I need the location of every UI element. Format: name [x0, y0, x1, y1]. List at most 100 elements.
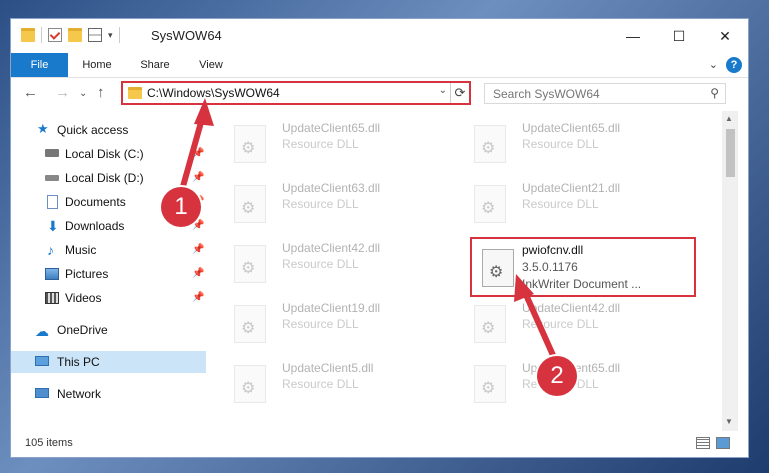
file-description: Resource DLL [282, 257, 359, 271]
status-bar: 105 items [11, 431, 748, 457]
tab-view[interactable]: View [185, 53, 237, 77]
dll-file-icon: ⚙ [234, 305, 266, 343]
sidebar-item-pictures[interactable]: Pictures 📌 [11, 263, 206, 285]
dll-file-icon: ⚙ [234, 185, 266, 223]
refresh-icon[interactable]: ⟳ [450, 83, 469, 103]
address-dropdown-chevron-icon[interactable]: ⌄ [439, 85, 447, 96]
gear-icon: ⚙ [489, 264, 504, 281]
pin-icon[interactable]: 📌 [192, 263, 204, 285]
file-item[interactable]: ⚙ UpdateClient21.dll Resource DLL [456, 177, 676, 233]
rename-icon[interactable] [88, 28, 102, 42]
sidebar-item-label: Downloads [65, 219, 125, 233]
file-description: Resource DLL [282, 197, 359, 211]
ribbon-tabs: File Home Share View ⌄ ? [11, 53, 748, 78]
scroll-up-arrow-icon[interactable]: ▲ [725, 114, 733, 123]
download-arrow-icon: ⬇ [47, 218, 59, 234]
sidebar-item-music[interactable]: ♪ Music 📌 [11, 239, 206, 261]
sidebar-item-onedrive[interactable]: ☁ OneDrive [11, 319, 206, 341]
file-description: InkWriter Document ... [522, 277, 642, 291]
new-folder-icon[interactable] [68, 28, 82, 42]
cloud-icon: ☁ [35, 323, 49, 339]
scrollbar-thumb[interactable] [726, 129, 735, 177]
forward-arrow-icon[interactable]: → [55, 84, 70, 101]
film-strip-icon [45, 292, 59, 304]
pin-icon[interactable]: 📌 [192, 287, 204, 309]
dll-file-icon: ⚙ [474, 305, 506, 343]
sidebar-item-label: This PC [57, 355, 100, 369]
pin-icon[interactable]: 📌 [192, 143, 204, 165]
large-icons-view-icon[interactable] [716, 437, 730, 449]
file-name: UpdateClient19.dll [282, 301, 381, 315]
up-arrow-icon[interactable]: ↑ [97, 84, 105, 101]
search-input[interactable] [491, 86, 695, 102]
gear-icon: ⚙ [241, 200, 256, 217]
vertical-scrollbar[interactable]: ▲ ▼ [722, 111, 738, 431]
tab-home[interactable]: Home [71, 53, 123, 77]
search-icon: ⚲ [710, 86, 719, 100]
details-view-icon[interactable] [696, 437, 710, 449]
file-name: pwiofcnv.dll [522, 243, 584, 257]
highlighted-file-item[interactable]: ⚙ pwiofcnv.dll 3.5.0.1176 InkWriter Docu… [470, 237, 696, 297]
file-item[interactable]: ⚙ UpdateClient42.dll Resource DLL [216, 237, 436, 293]
dll-file-icon: ⚙ [474, 125, 506, 163]
file-item[interactable]: ⚙ UpdateClient5.dll Resource DLL [216, 357, 436, 413]
tab-share[interactable]: Share [129, 53, 181, 77]
address-bar[interactable]: C:\Windows\SysWOW64 ⌄ ⟳ [121, 81, 471, 105]
dll-file-icon: ⚙ [234, 125, 266, 163]
separator [41, 27, 42, 43]
file-name: UpdateClient65.dll [522, 121, 621, 135]
recent-locations-chevron-icon[interactable]: ⌄ [79, 88, 87, 99]
maximize-button[interactable]: ☐ [656, 19, 702, 53]
sidebar-item-local-disk-d[interactable]: Local Disk (D:) 📌 [11, 167, 206, 189]
file-description: Resource DLL [522, 197, 599, 211]
customize-toolbar-chevron-icon[interactable]: ▾ [108, 30, 113, 41]
file-item[interactable]: ⚙ UpdateClient19.dll Resource DLL [216, 297, 436, 353]
title-bar: ▾ SysWOW64 — ☐ ✕ [11, 19, 748, 53]
navigation-pane: ★ Quick access Local Disk (C:) 📌 Local D… [11, 111, 206, 431]
sidebar-item-this-pc[interactable]: This PC [11, 351, 206, 373]
file-name: UpdateClient65.dll [282, 121, 381, 135]
document-icon [47, 195, 58, 209]
sidebar-item-local-disk-c[interactable]: Local Disk (C:) 📌 [11, 143, 206, 165]
gear-icon: ⚙ [241, 380, 256, 397]
file-name: UpdateClient63.dll [282, 181, 381, 195]
music-note-icon: ♪ [47, 242, 54, 258]
folder-icon [21, 28, 35, 42]
gear-icon: ⚙ [241, 260, 256, 277]
address-path: C:\Windows\SysWOW64 [147, 86, 280, 100]
separator [118, 27, 120, 43]
window-title: SysWOW64 [151, 28, 222, 43]
gear-icon: ⚙ [481, 200, 496, 217]
file-item[interactable]: ⚙ UpdateClient65.dll Resource DLL [456, 117, 676, 173]
sidebar-item-network[interactable]: Network [11, 383, 206, 405]
dll-file-icon: ⚙ [234, 365, 266, 403]
file-name: UpdateClient42.dll [522, 301, 621, 315]
scroll-down-arrow-icon[interactable]: ▼ [725, 417, 733, 426]
close-button[interactable]: ✕ [702, 19, 748, 53]
sidebar-item-quick-access[interactable]: ★ Quick access [11, 119, 206, 141]
tab-file[interactable]: File [11, 53, 68, 77]
pin-icon[interactable]: 📌 [192, 239, 204, 261]
sidebar-item-label: Music [65, 243, 97, 257]
sidebar-item-videos[interactable]: Videos 📌 [11, 287, 206, 309]
file-name: UpdateClient42.dll [282, 241, 381, 255]
file-description: Resource DLL [282, 137, 359, 151]
expand-ribbon-chevron-icon[interactable]: ⌄ [709, 58, 718, 71]
pictures-icon [45, 268, 59, 280]
dll-file-icon: ⚙ [234, 245, 266, 283]
pin-icon[interactable]: 📌 [192, 167, 204, 189]
file-description: Resource DLL [282, 377, 359, 391]
sidebar-item-label: Pictures [65, 267, 109, 281]
item-count: 105 items [25, 437, 73, 449]
dll-file-icon: ⚙ [474, 365, 506, 403]
back-arrow-icon[interactable]: ← [23, 84, 38, 101]
help-icon[interactable]: ? [726, 57, 742, 73]
search-box[interactable]: ⚲ [484, 83, 726, 104]
properties-check-icon[interactable] [48, 28, 62, 42]
file-item[interactable]: ⚙ UpdateClient63.dll Resource DLL [216, 177, 436, 233]
file-item[interactable]: ⚙ UpdateClient42.dll Resource DLL [456, 297, 676, 353]
sidebar-item-label: OneDrive [57, 323, 108, 337]
star-icon: ★ [37, 121, 49, 136]
minimize-button[interactable]: — [610, 19, 656, 53]
file-item[interactable]: ⚙ UpdateClient65.dll Resource DLL [216, 117, 436, 173]
